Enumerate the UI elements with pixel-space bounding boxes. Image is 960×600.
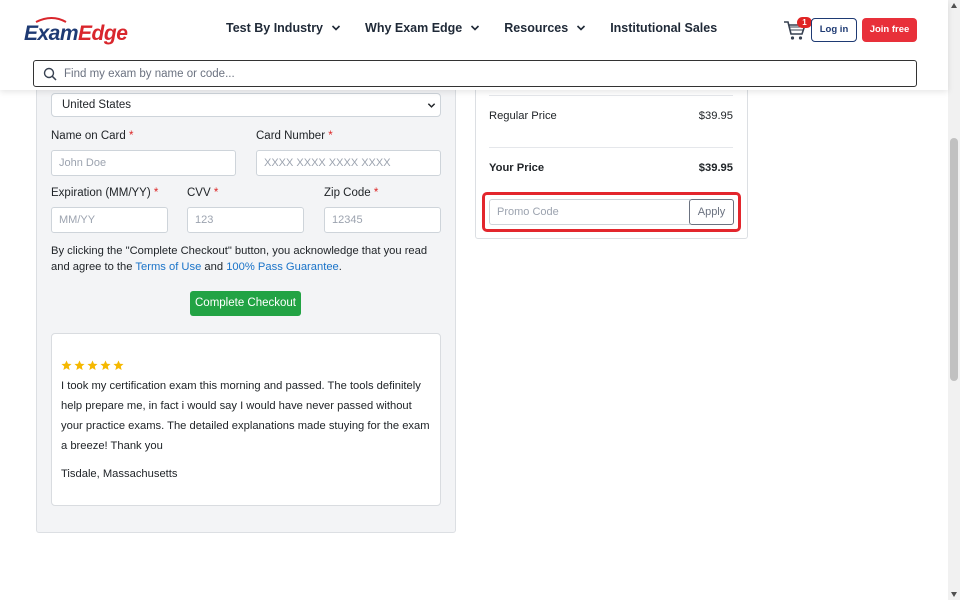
exam-search-input[interactable] <box>64 64 904 83</box>
required-mark: * <box>129 130 134 142</box>
expiration-field[interactable]: MM/YY <box>51 207 168 233</box>
scrollbar-thumb[interactable] <box>950 138 958 381</box>
cvv-label: CVV * <box>187 187 219 199</box>
required-mark: * <box>213 187 219 199</box>
star-icon <box>87 360 98 370</box>
zip-code-label: Zip Code * <box>324 187 379 199</box>
chevron-down-icon <box>427 103 436 108</box>
card-number-field[interactable]: XXXX XXXX XXXX XXXX <box>256 150 441 176</box>
main-nav: Test By Industry Why Exam Edge Resources… <box>226 21 741 35</box>
promo-code-input[interactable]: Promo Code <box>489 199 690 225</box>
chevron-down-icon <box>471 25 480 31</box>
join-free-button[interactable]: Join free <box>862 18 917 42</box>
star-icon <box>61 360 72 370</box>
nav-why-exam-edge[interactable]: Why Exam Edge <box>365 21 480 35</box>
chevron-down-icon <box>331 25 341 31</box>
required-mark: * <box>373 187 379 199</box>
regular-price-value: $39.95 <box>698 110 733 122</box>
star-rating <box>61 360 124 371</box>
cvv-field[interactable]: 123 <box>187 207 304 233</box>
zip-code-field[interactable]: 12345 <box>324 207 441 233</box>
terms-acknowledgement: By clicking the "Complete Checkout" butt… <box>51 245 428 273</box>
nav-institutional-sales[interactable]: Institutional Sales <box>610 21 717 35</box>
expiration-label: Expiration (MM/YY) * <box>51 187 159 199</box>
name-on-card-field[interactable]: John Doe <box>51 150 236 176</box>
testimonial-text: I took my certification exam this mornin… <box>61 380 430 452</box>
pass-guarantee-link[interactable]: 100% Pass Guarantee <box>226 261 339 273</box>
regular-price-label: Regular Price <box>489 110 557 122</box>
complete-checkout-button[interactable]: Complete Checkout <box>190 291 301 316</box>
exam-edge-logo[interactable]: ExamEdge <box>22 16 144 46</box>
summary-divider <box>489 147 733 148</box>
chevron-down-icon <box>577 25 586 31</box>
country-select[interactable]: United States <box>51 93 441 117</box>
logo-exam-text: Exam <box>24 22 79 45</box>
scroll-up-arrow-icon[interactable] <box>951 3 957 8</box>
scroll-down-arrow-icon[interactable] <box>951 592 957 597</box>
exam-search-bar <box>33 60 917 87</box>
required-mark: * <box>153 187 159 199</box>
nav-test-by-industry[interactable]: Test By Industry <box>226 21 341 35</box>
card-number-label: Card Number * <box>256 130 333 142</box>
testimonial-author: Tisdale, Massachusetts <box>61 468 178 480</box>
login-button[interactable]: Log in <box>811 18 857 42</box>
site-header: ExamEdge Test By Industry Why Exam Edge … <box>0 0 948 90</box>
star-icon <box>74 360 85 370</box>
summary-divider <box>489 95 733 96</box>
name-on-card-label: Name on Card * <box>51 130 134 142</box>
search-icon <box>43 67 57 81</box>
your-price-label: Your Price <box>489 162 545 174</box>
required-mark: * <box>328 130 333 142</box>
apply-promo-button[interactable]: Apply <box>689 199 734 225</box>
nav-resources[interactable]: Resources <box>504 21 586 35</box>
star-icon <box>100 360 111 370</box>
terms-of-use-link[interactable]: Terms of Use <box>135 261 201 273</box>
your-price-value: $39.95 <box>698 162 733 174</box>
logo-edge-text: Edge <box>78 22 128 45</box>
star-icon <box>113 360 124 370</box>
cart-count-badge: 1 <box>797 17 812 28</box>
